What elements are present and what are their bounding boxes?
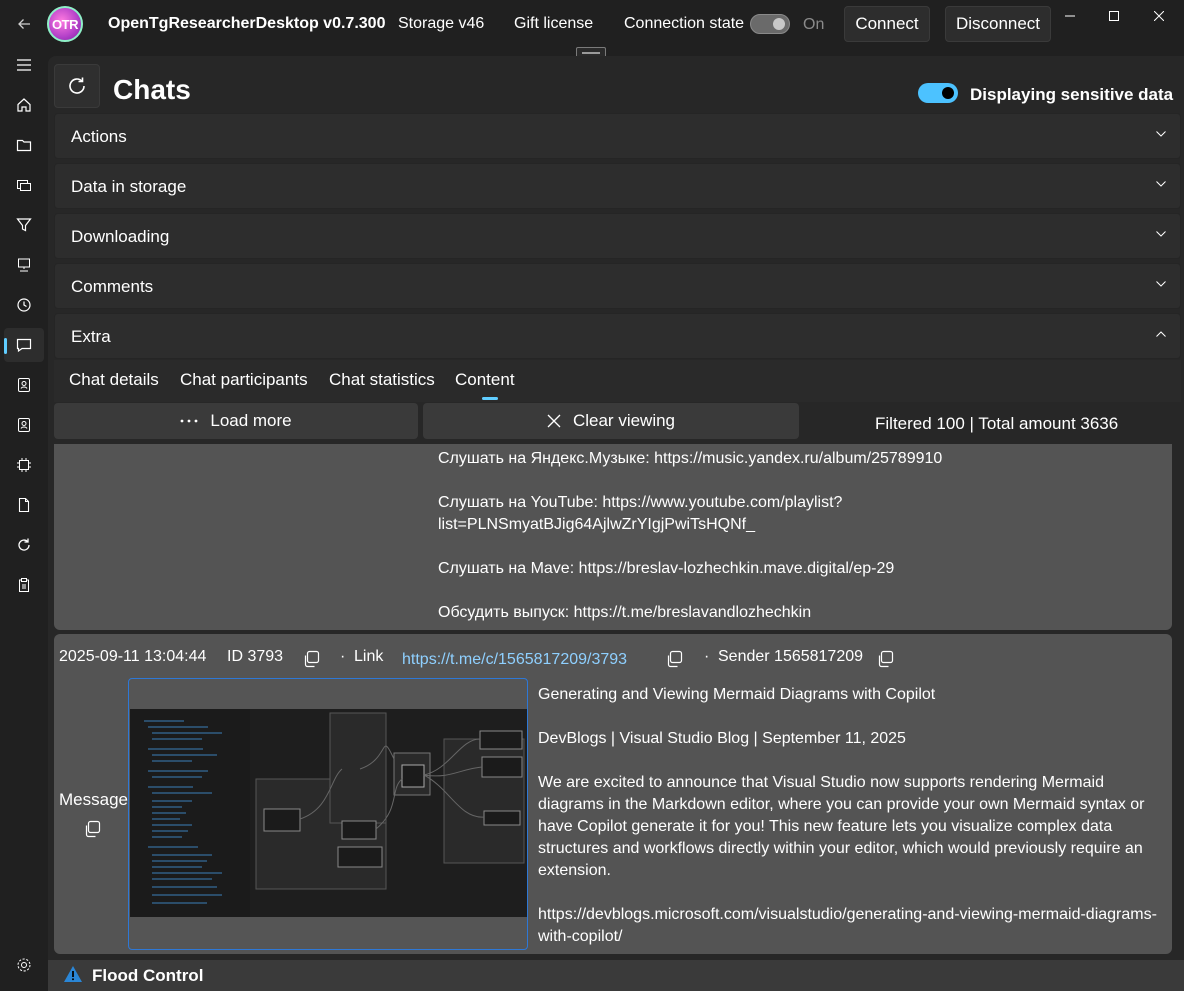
chevron-down-icon: [1156, 231, 1166, 237]
history-icon[interactable]: [4, 288, 44, 322]
menu-icon[interactable]: [4, 48, 44, 82]
folder-icon[interactable]: [4, 128, 44, 162]
copy-icon[interactable]: [302, 650, 320, 668]
chevron-down-icon: [1156, 181, 1166, 187]
tab-chat-details[interactable]: Chat details: [69, 370, 159, 390]
filter-icon[interactable]: [4, 208, 44, 242]
computer-icon[interactable]: [4, 248, 44, 282]
chevron-up-icon: [1156, 331, 1166, 337]
message-link[interactable]: https://t.me/c/1565817209/3793: [402, 651, 627, 669]
storage-version-button[interactable]: Storage v46: [398, 15, 484, 33]
connection-state-label: Connection state: [624, 15, 745, 32]
minimize-icon[interactable]: [1047, 2, 1093, 30]
active-tab-indicator: [482, 397, 498, 400]
meta-separator: ·: [340, 648, 346, 665]
clear-viewing-button[interactable]: Clear viewing: [423, 403, 799, 439]
title-bar: OTR OpenTgResearcherDesktop v0.7.300 Sto…: [0, 0, 1184, 48]
expander-label: Data in storage: [71, 177, 187, 196]
chevron-down-icon: [1156, 131, 1166, 137]
message-list[interactable]: Слушать на Яндекс.Музыке: https://music.…: [54, 444, 1181, 964]
maximize-icon[interactable]: [1091, 2, 1137, 30]
clear-viewing-label: Clear viewing: [572, 411, 676, 430]
expander-label: Extra: [71, 327, 111, 346]
gift-license-button[interactable]: Gift license: [514, 15, 593, 33]
expander-label: Actions: [71, 127, 127, 146]
message-label: Message: [59, 790, 128, 809]
contacts-icon[interactable]: [4, 168, 44, 202]
expander-actions[interactable]: Actions: [54, 113, 1181, 159]
load-more-button[interactable]: Load more: [54, 403, 418, 439]
copy-icon[interactable]: [876, 650, 894, 668]
expander-label: Downloading: [71, 227, 170, 246]
link-label: Link: [354, 648, 384, 665]
more-icon: [180, 419, 198, 423]
flood-control-label: Flood Control: [92, 966, 204, 985]
back-icon[interactable]: [8, 8, 40, 40]
expander-downloading[interactable]: Downloading: [54, 213, 1181, 259]
message-card: Слушать на Яндекс.Музыке: https://music.…: [54, 444, 1172, 630]
message-sender: Sender 1565817209: [718, 648, 864, 665]
navigation-rail: [0, 48, 48, 991]
connect-button[interactable]: Connect: [844, 6, 930, 42]
sensitive-data-toggle[interactable]: [918, 83, 958, 103]
message-card: 2025-09-11 13:04:44 ID 3793 · Link https…: [54, 634, 1172, 954]
user-badge-icon[interactable]: [4, 408, 44, 442]
close-icon: [547, 414, 561, 428]
user-card-icon[interactable]: [4, 368, 44, 402]
copy-icon[interactable]: [665, 650, 683, 668]
document-icon[interactable]: [4, 488, 44, 522]
disconnect-button[interactable]: Disconnect: [945, 6, 1051, 42]
filtered-count: Filtered 100 | Total amount 3636: [875, 414, 1119, 433]
expander-comments[interactable]: Comments: [54, 263, 1181, 309]
tab-chat-participants[interactable]: Chat participants: [180, 370, 308, 390]
home-icon[interactable]: [4, 88, 44, 122]
chat-icon[interactable]: [4, 328, 44, 362]
extra-tabs: Chat details Chat participants Chat stat…: [54, 360, 1181, 402]
app-title: OpenTgResearcherDesktop v0.7.300: [108, 15, 386, 32]
chats-page: Chats Displaying sensitive data Actions …: [48, 56, 1184, 991]
message-text: Generating and Viewing Mermaid Diagrams …: [538, 686, 1157, 945]
expander-label: Comments: [71, 277, 154, 296]
sensitive-data-label: Displaying sensitive data: [970, 85, 1174, 104]
message-id: ID 3793: [227, 648, 284, 665]
load-more-label: Load more: [210, 411, 292, 430]
settings-icon[interactable]: [4, 948, 44, 982]
message-text: Слушать на Яндекс.Музыке: https://music.…: [438, 450, 943, 621]
mermaid-diagram-screenshot: [130, 709, 527, 917]
refresh-button[interactable]: [54, 64, 100, 108]
page-title: Chats: [113, 74, 191, 105]
tab-chat-statistics[interactable]: Chat statistics: [329, 370, 435, 390]
message-date: 2025-09-11 13:04:44: [59, 648, 207, 665]
connection-state-value: On: [803, 16, 825, 33]
chip-icon[interactable]: [4, 448, 44, 482]
message-image[interactable]: [128, 678, 528, 950]
warning-icon: [63, 965, 83, 983]
app-logo: OTR: [47, 6, 83, 42]
clipboard-icon[interactable]: [4, 568, 44, 602]
copy-icon[interactable]: [83, 820, 101, 838]
tab-content[interactable]: Content: [455, 370, 515, 390]
close-icon[interactable]: [1136, 2, 1182, 30]
connection-state-toggle[interactable]: [750, 14, 790, 34]
status-bar: Flood Control: [48, 960, 1184, 991]
sync-icon[interactable]: [4, 528, 44, 562]
chevron-down-icon: [1156, 281, 1166, 287]
meta-separator: ·: [704, 648, 710, 665]
expander-extra[interactable]: Extra: [54, 313, 1181, 359]
expander-data-in-storage[interactable]: Data in storage: [54, 163, 1181, 209]
